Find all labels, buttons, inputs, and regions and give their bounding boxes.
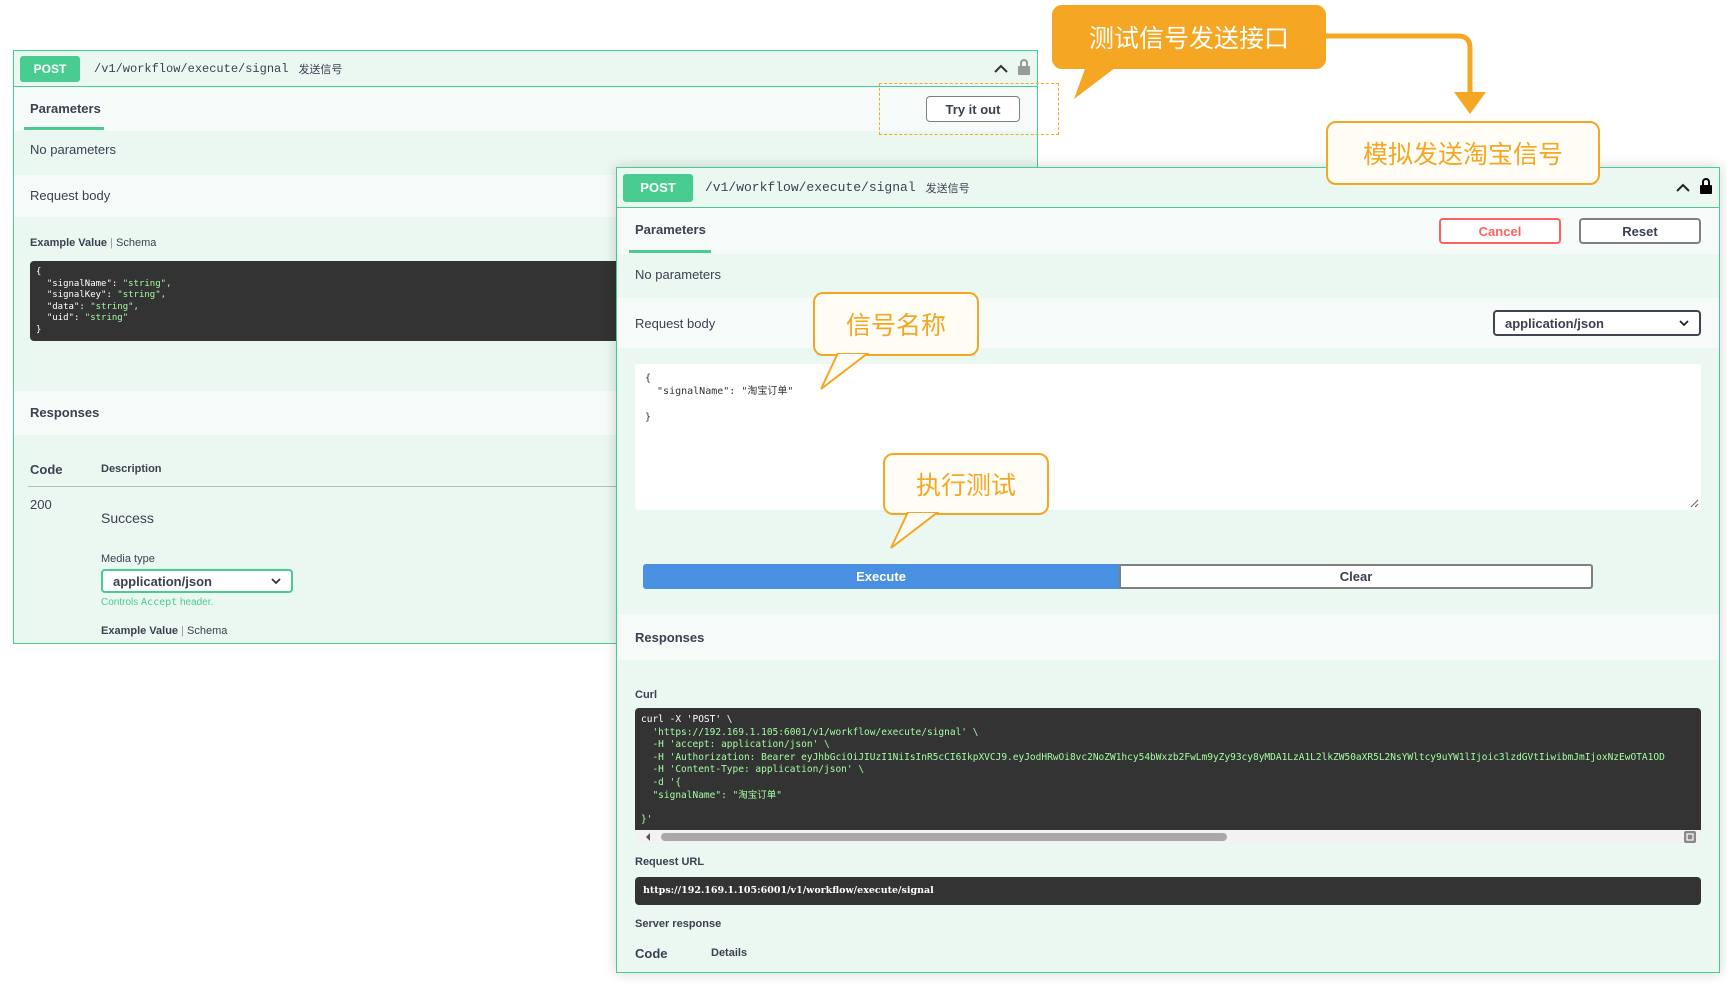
curl-line: -H 'Authorization: Bearer eyJhbGciOiJIUz…: [641, 751, 1665, 763]
left-parameters-header: Parameters Try it out: [14, 83, 1059, 135]
right-responses-label: Responses: [635, 630, 705, 645]
execute-button[interactable]: Execute: [643, 564, 1119, 589]
left-no-parameters: No parameters: [30, 142, 116, 157]
left-path: /v1/workflow/execute/signal: [94, 61, 289, 76]
curl-label: Curl: [635, 689, 657, 701]
right-parameters-header: Parameters Cancel Reset: [617, 208, 1719, 254]
curl-line: }': [641, 814, 653, 826]
chevron-down-icon: [1679, 320, 1689, 327]
left-method-badge: POST: [20, 55, 80, 82]
try-it-out-button[interactable]: Try it out: [926, 96, 1020, 122]
right-tab-underline: [629, 250, 711, 253]
left-schema-tab-2[interactable]: Schema: [187, 625, 227, 637]
right-collapse-chevron-icon[interactable]: [1675, 180, 1691, 196]
body-line: }: [645, 412, 652, 423]
right-operation-block: POST /v1/workflow/execute/signal 发送信号 Pa…: [616, 167, 1720, 973]
left-col-description: Description: [101, 463, 162, 475]
left-schema-tab[interactable]: Schema: [116, 237, 156, 249]
curl-line: -H 'accept: application/json' \: [641, 739, 830, 751]
left-col-code: Code: [30, 462, 63, 477]
left-request-body-label: Request body: [30, 188, 111, 203]
cancel-button[interactable]: Cancel: [1439, 218, 1561, 244]
curl-line: -d '{: [641, 776, 682, 788]
resize-handle-icon[interactable]: [1689, 498, 1699, 508]
request-body-editor[interactable]: { "signalName": "淘宝订单"}: [635, 364, 1701, 510]
left-example-tabs-2: Example Value | Schema: [101, 625, 228, 637]
callout-simulate: 模拟发送淘宝信号: [1326, 121, 1600, 185]
right-col-details: Details: [711, 947, 748, 959]
content-type-value: application/json: [1505, 315, 1604, 331]
callout-execute-test: 执行测试: [883, 453, 1049, 515]
left-tab-parameters[interactable]: Parameters: [30, 101, 101, 116]
left-op-summary[interactable]: POST /v1/workflow/execute/signal 发送信号: [14, 51, 1037, 87]
right-tab-parameters[interactable]: Parameters: [635, 222, 706, 237]
body-line: "signalName": "淘宝订单": [645, 386, 794, 397]
request-url-label: Request URL: [635, 856, 705, 868]
right-no-parameters: No parameters: [635, 267, 721, 282]
right-col-code: Code: [635, 946, 668, 961]
scrollbar-thumb[interactable]: [661, 833, 1227, 841]
right-path: /v1/workflow/execute/signal: [705, 180, 916, 195]
callout-pointer-execute: [890, 512, 940, 549]
callout-signal-name: 信号名称: [813, 292, 979, 356]
controls-accept-code: Accept: [141, 597, 178, 608]
curl-code-block: curl -X 'POST' \ 'https://192.169.1.105:…: [635, 708, 1701, 830]
request-url-value: https://192.169.1.105:6001/v1/workflow/e…: [635, 877, 1701, 905]
left-collapse-chevron-icon[interactable]: [993, 61, 1009, 77]
body-line: [645, 398, 1691, 411]
curl-scrollbar[interactable]: [635, 830, 1701, 844]
right-request-body-row: Request body application/json: [617, 298, 1719, 348]
right-summary: 发送信号: [925, 181, 970, 195]
reset-button[interactable]: Reset: [1579, 218, 1701, 244]
right-request-body-label: Request body: [635, 316, 716, 331]
connector-arrow: [1324, 33, 1486, 114]
left-controls-note: Controls Accept header.: [101, 597, 213, 608]
curl-line: curl -X 'POST' \: [641, 714, 733, 725]
left-lock-icon[interactable]: [1017, 58, 1031, 76]
curl-line: [641, 802, 1695, 814]
right-lock-icon[interactable]: [1699, 177, 1713, 195]
content-type-select[interactable]: application/json: [1493, 310, 1701, 336]
left-media-type-select[interactable]: application/json: [101, 569, 293, 593]
copy-icon[interactable]: [1683, 830, 1697, 844]
left-tab-underline: [24, 127, 104, 130]
curl-line: 'https://192.169.1.105:6001/v1/workflow/…: [641, 726, 979, 738]
chevron-down-icon: [271, 578, 281, 585]
curl-line: -H 'Content-Type: application/json' \: [641, 764, 865, 776]
curl-line: "signalName": "淘宝订单": [641, 789, 782, 801]
callout-pointer-signal: [820, 353, 870, 390]
clear-button[interactable]: Clear: [1119, 564, 1593, 589]
right-method-badge: POST: [623, 173, 693, 202]
left-status-text: Success: [101, 510, 154, 526]
right-responses-row: Responses: [617, 614, 1719, 660]
left-media-type-label: Media type: [101, 553, 155, 565]
left-example-value-tab[interactable]: Example Value: [30, 237, 107, 249]
left-example-tabs: Example Value | Schema: [30, 237, 157, 249]
left-responses-label: Responses: [30, 405, 100, 420]
callout-test-interface: 测试信号发送接口: [1052, 5, 1326, 69]
server-response-label: Server response: [635, 918, 722, 930]
scroll-left-icon[interactable]: [643, 831, 653, 843]
controls-text-post: header.: [179, 597, 214, 608]
left-status-code: 200: [30, 497, 52, 512]
body-line: {: [645, 373, 652, 384]
left-example-value-tab-2[interactable]: Example Value: [101, 625, 178, 637]
controls-text: Controls: [101, 597, 139, 608]
left-summary: 发送信号: [298, 62, 343, 76]
left-media-type-value: application/json: [113, 573, 212, 589]
